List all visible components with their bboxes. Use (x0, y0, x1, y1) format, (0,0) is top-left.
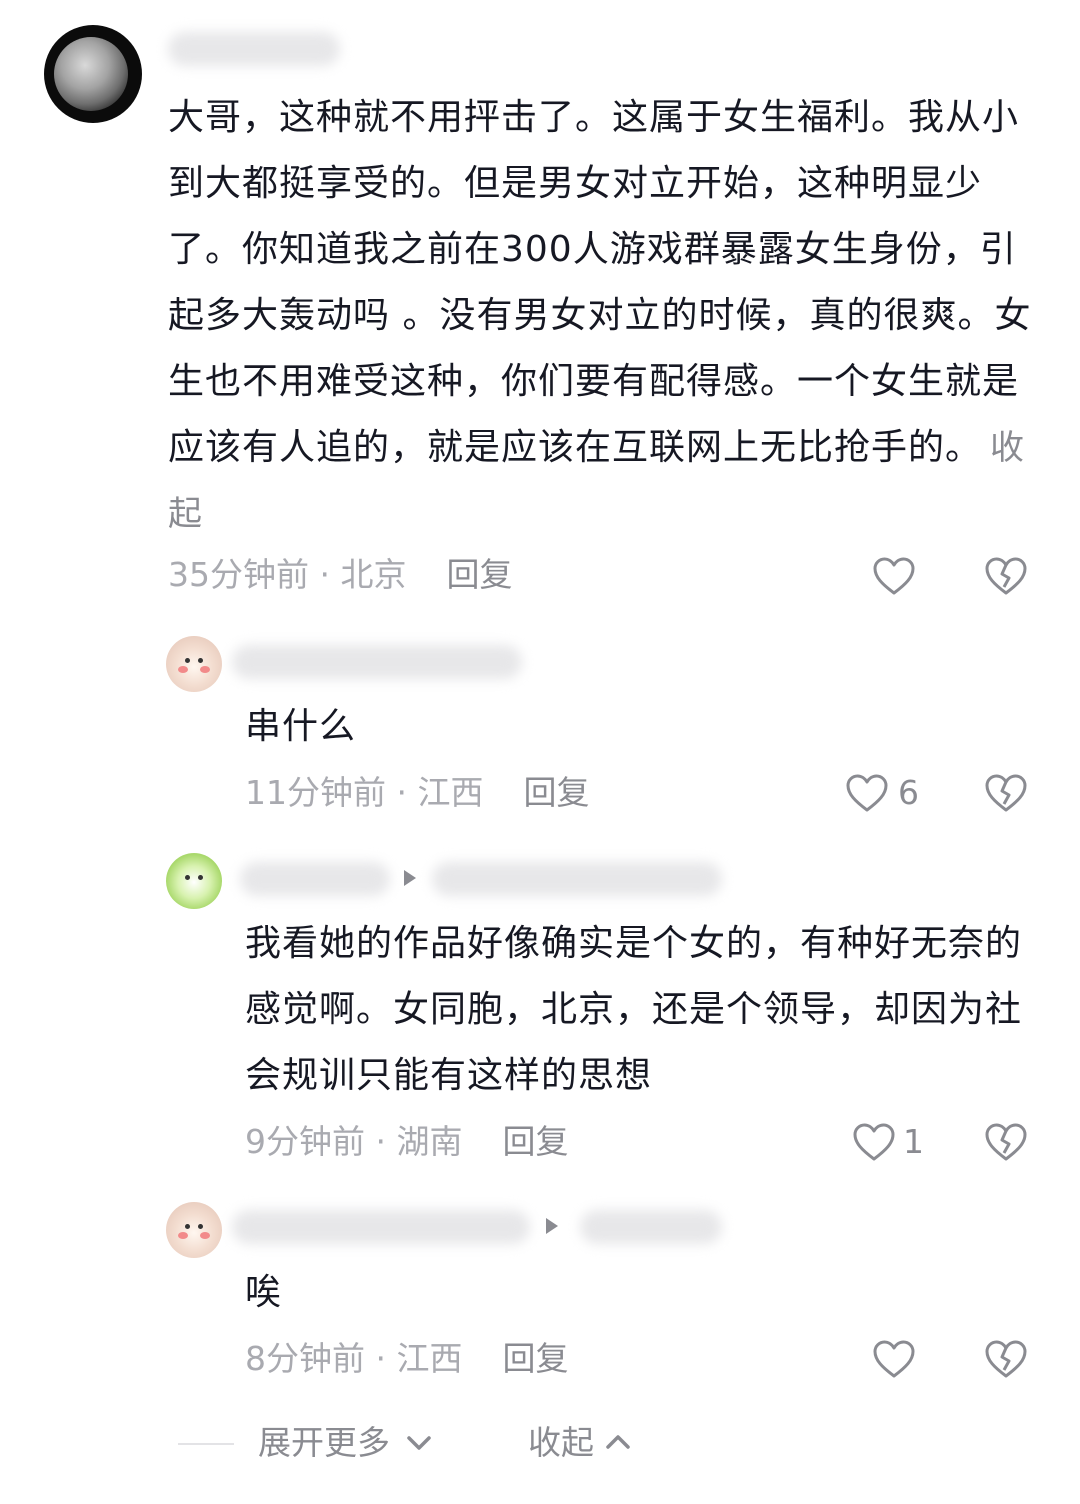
reply-username-blurred-1[interactable] (232, 645, 522, 679)
reply-target-username-blurred-3[interactable] (580, 1210, 722, 1244)
reply-button-2[interactable]: 回复 (502, 1122, 568, 1161)
chevron-down-icon[interactable] (405, 1433, 433, 1453)
like-heart-icon-3[interactable] (872, 1339, 916, 1379)
reply-time-location-3: 8分钟前 · 江西 (245, 1339, 463, 1378)
collapse-all-label: 收起 (528, 1423, 594, 1462)
like-heart-icon-1[interactable] (845, 773, 889, 813)
reply-time-location-2: 9分钟前 · 湖南 (245, 1122, 463, 1161)
reply-meta-3: 8分钟前 · 江西 回复 (245, 1336, 568, 1382)
reply-meta-1: 11分钟前 · 江西 回复 (245, 770, 589, 816)
reply-target-username-blurred-2[interactable] (432, 862, 722, 896)
reply-to-arrow-icon (404, 870, 416, 886)
reply-username-blurred-3[interactable] (232, 1210, 530, 1244)
reply-time-location-1: 11分钟前 · 江西 (245, 773, 484, 812)
like-count-1: 6 (898, 773, 919, 812)
reply-button-3[interactable]: 回复 (502, 1339, 568, 1378)
reply-button-1[interactable]: 回复 (523, 773, 589, 812)
broken-heart-icon-2[interactable] (984, 1122, 1028, 1162)
broken-heart-icon-3[interactable] (984, 1339, 1028, 1379)
broken-heart-icon[interactable] (984, 556, 1028, 596)
expand-more-label: 展开更多 (258, 1423, 390, 1462)
reply-text-3: 唉 (245, 1272, 283, 1313)
reply-text-1: 串什么 (245, 706, 357, 747)
comment-text: 大哥，这种就不用抨击了。这属于女生福利。我从小到大都挺享受的。但是男女对立开始，… (168, 97, 1032, 468)
reply-button[interactable]: 回复 (446, 555, 512, 594)
footer-divider (178, 1443, 234, 1445)
reply-meta-2: 9分钟前 · 湖南 回复 (245, 1119, 568, 1165)
expand-more-button[interactable]: 展开更多 (258, 1420, 390, 1466)
comment-body: 大哥，这种就不用抨击了。这属于女生福利。我从小到大都挺享受的。但是男女对立开始，… (168, 85, 1038, 547)
reply-username-blurred-2[interactable] (240, 862, 390, 896)
like-heart-icon-2[interactable] (852, 1122, 896, 1162)
reply-avatar-2[interactable] (166, 853, 222, 909)
commenter-username-blurred[interactable] (168, 32, 340, 66)
comment-meta: 35分钟前 · 北京 回复 (168, 552, 512, 598)
reply-text-2: 我看她的作品好像确实是个女的，有种好无奈的感觉啊。女同胞，北京，还是个领导，却因… (245, 923, 1023, 1096)
moon-image (54, 37, 128, 111)
like-count-2: 1 (903, 1122, 924, 1161)
comment-time-location: 35分钟前 · 北京 (168, 555, 407, 594)
collapse-all-button[interactable]: 收起 (528, 1420, 594, 1466)
commenter-avatar[interactable] (44, 25, 142, 123)
reply-avatar-1[interactable] (166, 636, 222, 692)
like-heart-icon[interactable] (872, 556, 916, 596)
reply-to-arrow-icon-3 (546, 1218, 558, 1234)
broken-heart-icon-1[interactable] (984, 773, 1028, 813)
reply-avatar-3[interactable] (166, 1202, 222, 1258)
chevron-up-icon[interactable] (604, 1432, 632, 1452)
